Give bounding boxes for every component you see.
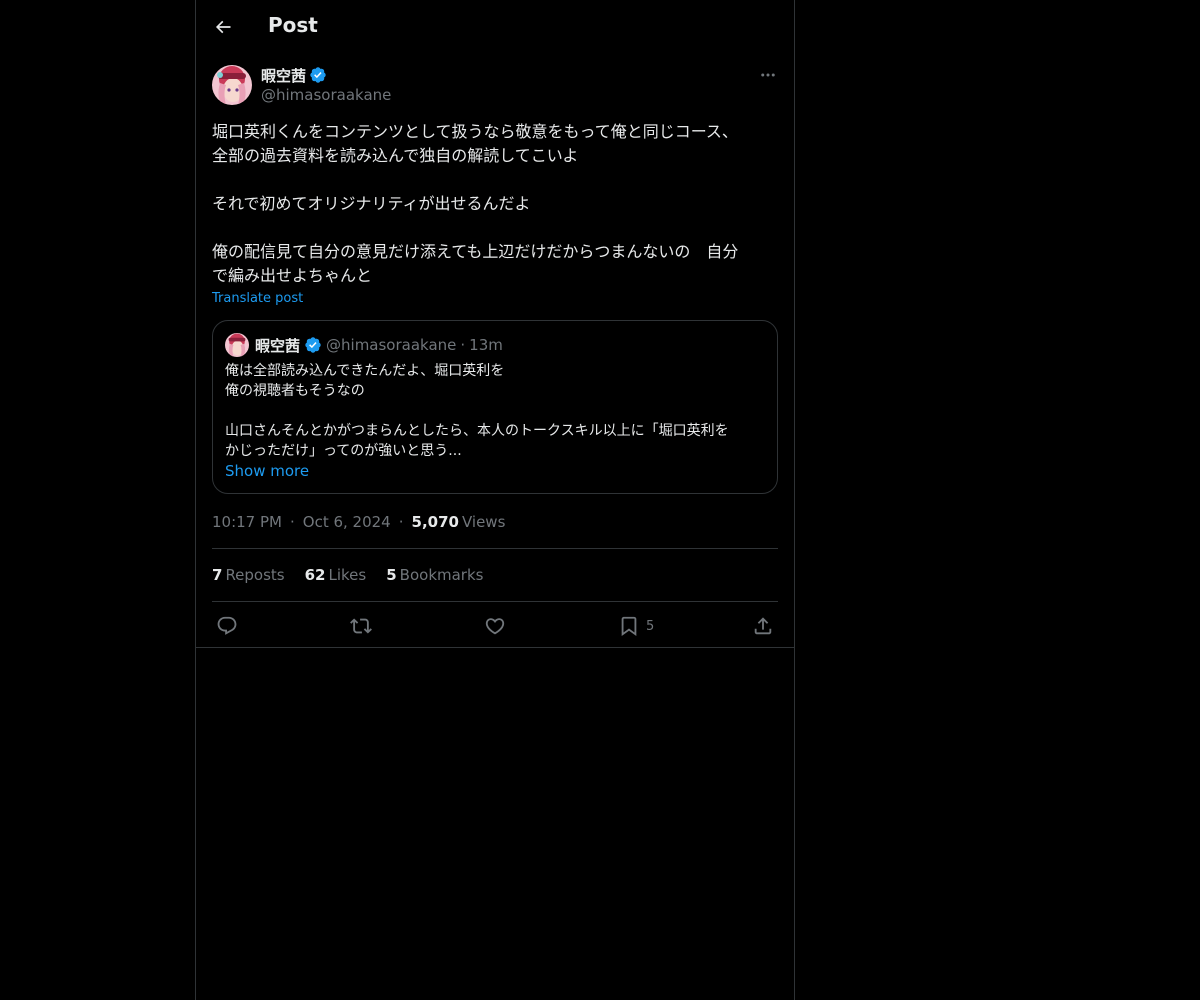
like-button[interactable]	[484, 614, 506, 638]
post-text: 堀口英利くんをコンテンツとして扱うなら敬意をもって俺と同じコース、 全部の過去資…	[212, 120, 778, 288]
reposts-stat[interactable]: 7 Reposts	[212, 566, 285, 584]
quote-header: 暇空茜 @himasoraakane · 13m	[225, 333, 503, 357]
more-dots-icon	[761, 73, 775, 77]
author-name-line: 暇空茜	[261, 65, 327, 85]
reposts-label: Reposts	[225, 566, 285, 584]
share-button[interactable]	[752, 614, 774, 638]
likes-count: 62	[304, 566, 326, 584]
post-text-line: 俺の配信見て自分の意見だけ添えても上辺だけだからつまんないの 自分	[212, 242, 739, 261]
bookmark-icon	[621, 616, 637, 637]
post-text-blank-line	[212, 216, 778, 240]
post-text-line: 全部の過去資料を読み込んで独自の解読してこいよ	[212, 146, 579, 165]
quote-separator-dot: ·	[460, 336, 466, 354]
bookmarks-count: 5	[386, 566, 397, 584]
avatar[interactable]	[212, 65, 252, 105]
reply-icon	[217, 616, 237, 635]
more-options-button[interactable]	[758, 65, 778, 85]
quote-author-name: 暇空茜	[255, 336, 301, 355]
show-more-link[interactable]: Show more	[225, 462, 309, 480]
author-row: 暇空茜 @himasoraakane	[212, 65, 778, 109]
main-post: 暇空茜 @himasoraakane 堀口英利くんをコンテンツとして扱うなら敬意…	[212, 65, 778, 649]
translate-post-link[interactable]: Translate post	[212, 290, 778, 308]
quote-text: 俺は全部読み込んできたんだよ、堀口英利を 俺の視聴者もそうなの 山口さんそんとか…	[225, 361, 770, 461]
views-label: Views	[461, 513, 506, 531]
quote-text-line: かじっただけ」ってのが強いと思う...	[225, 443, 462, 459]
verified-badge-icon	[305, 337, 321, 353]
top-bar: Post	[196, 0, 794, 53]
post-time[interactable]: 10:17 PM	[212, 513, 282, 531]
bookmarks-stat[interactable]: 5 Bookmarks	[386, 566, 483, 584]
author-name[interactable]: 暇空茜	[261, 65, 306, 86]
heart-icon	[485, 618, 505, 635]
reposts-count: 7	[212, 566, 223, 584]
bookmark-count: 5	[646, 618, 655, 634]
author-handle[interactable]: @himasoraakane	[261, 86, 391, 104]
post-bottom-border	[196, 647, 794, 648]
views-count: 5,070	[411, 513, 459, 531]
back-button[interactable]	[206, 10, 240, 44]
post-text-line: で編み出せよちゃんと	[212, 266, 373, 285]
quote-avatar-image	[225, 333, 249, 357]
avatar-image	[212, 65, 252, 105]
quote-text-line: 俺は全部読み込んできたんだよ、堀口英利を	[225, 363, 505, 379]
quoted-post[interactable]: 暇空茜 @himasoraakane · 13m 俺は全部読み込んできたんだよ、…	[212, 320, 778, 494]
bookmark-button[interactable]: 5	[618, 614, 654, 638]
meta-separator-dot: ·	[398, 513, 404, 531]
likes-stat[interactable]: 62 Likes	[305, 566, 367, 584]
post-meta: 10:17 PM · Oct 6, 2024 · 5,070 Views	[212, 512, 778, 532]
quote-avatar[interactable]	[225, 333, 249, 357]
post-text-blank-line	[212, 168, 778, 192]
post-text-line: 堀口英利くんをコンテンツとして扱うなら敬意をもって俺と同じコース、	[212, 122, 738, 141]
engagement-stats: 7 Reposts 62 Likes 5 Bookmarks	[212, 549, 778, 601]
bookmarks-label: Bookmarks	[399, 566, 484, 584]
verified-badge-icon	[310, 67, 326, 83]
quote-text-line: 俺の視聴者もそうなの	[225, 383, 365, 399]
likes-label: Likes	[328, 566, 367, 584]
meta-separator-dot: ·	[289, 513, 295, 531]
repost-button[interactable]	[350, 614, 372, 638]
post-column: Post 暇空茜 @himasoraakane 堀口英利くんをコンテンツとして扱…	[195, 0, 795, 1000]
reply-button[interactable]	[216, 614, 238, 638]
share-icon	[754, 617, 772, 635]
quote-author-handle: @himasoraakane	[326, 336, 457, 354]
post-date[interactable]: Oct 6, 2024	[303, 513, 391, 531]
back-arrow-icon	[215, 20, 231, 34]
post-text-line: それで初めてオリジナリティが出せるんだよ	[212, 194, 531, 213]
quote-text-line: 山口さんそんとかがつまらんとしたら、本人のトークスキル以上に「堀口英利を	[225, 423, 729, 439]
repost-icon	[350, 618, 372, 634]
action-bar: 5	[212, 602, 778, 649]
quote-timestamp[interactable]: 13m	[469, 336, 503, 354]
quote-text-blank-line	[225, 401, 770, 421]
page-title: Post	[268, 13, 318, 37]
